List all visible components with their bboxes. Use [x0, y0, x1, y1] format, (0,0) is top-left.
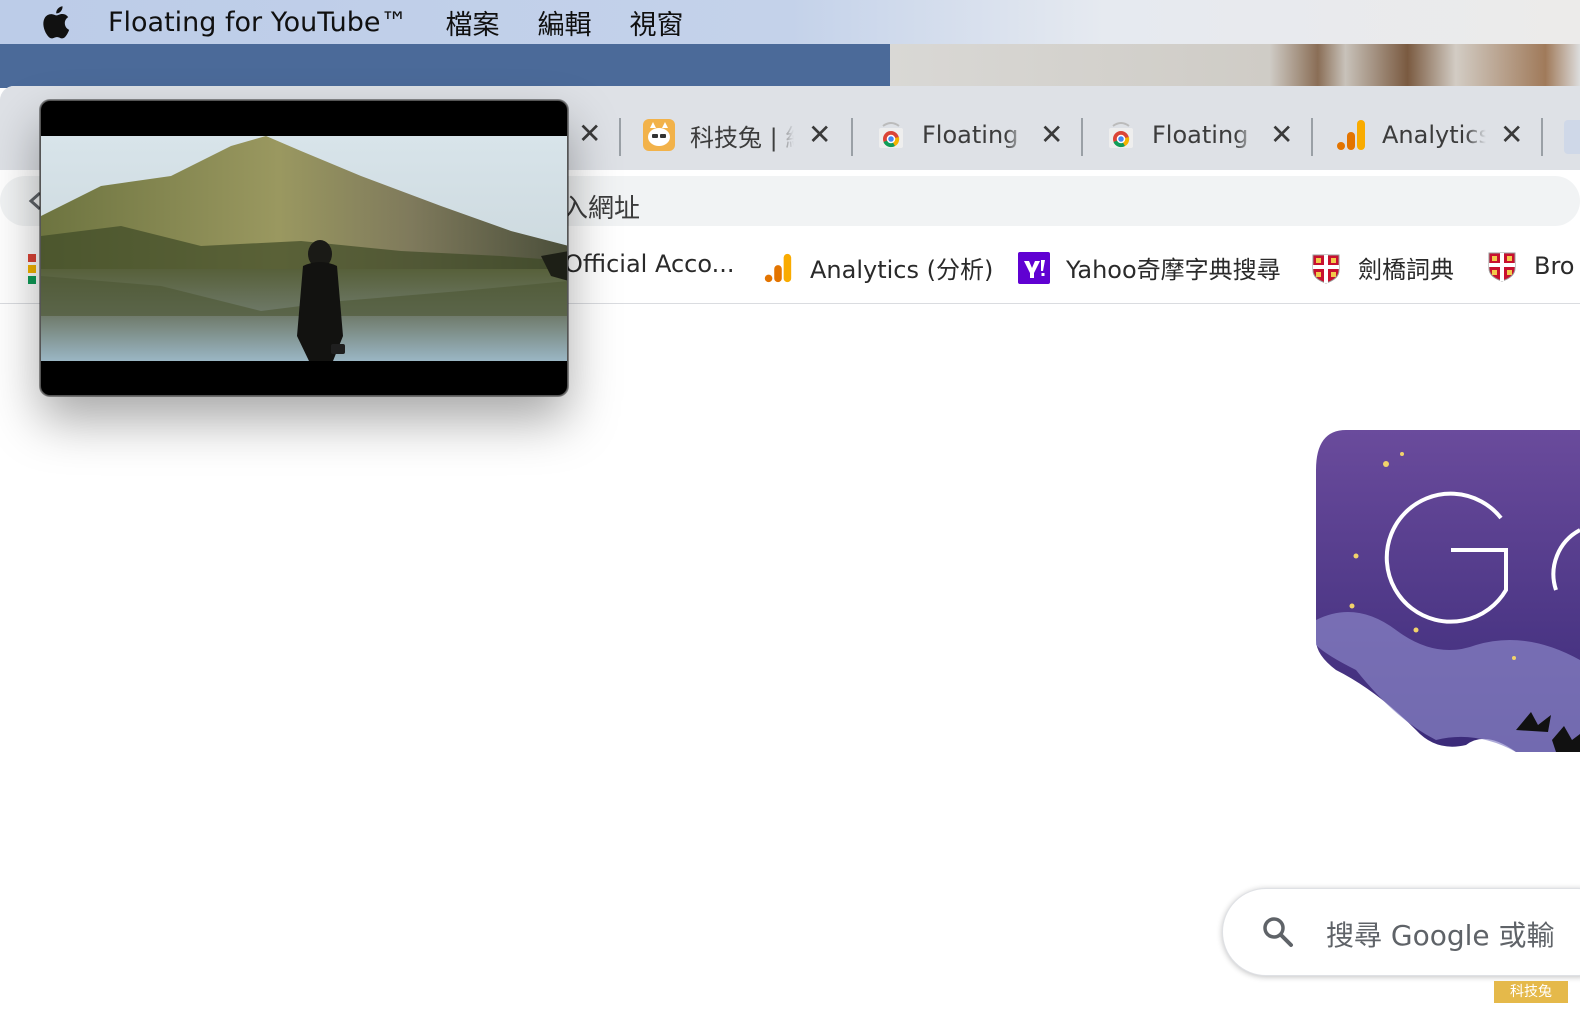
tab-close-icon[interactable]: ✕: [1040, 121, 1063, 149]
analytics-icon: [1337, 120, 1365, 150]
apps-grid-icon[interactable]: [28, 254, 38, 284]
tab-label: Analytics: [1382, 121, 1486, 149]
floating-video-player[interactable]: [40, 100, 568, 396]
tab-floating-1[interactable]: Floating f ✕: [874, 102, 1063, 168]
tab-kejitu[interactable]: 科技兔 | 網 ✕: [642, 102, 831, 168]
tab-label: Floating f: [1152, 121, 1256, 149]
tab-separator: [851, 118, 853, 156]
bookmark-analytics[interactable]: Analytics (分析): [762, 250, 993, 285]
bookmark-label: Bro: [1534, 252, 1575, 280]
tab-label: Floating f: [922, 121, 1026, 149]
tab-separator: [1541, 118, 1543, 156]
site-watermark: 科技兔: [1494, 981, 1568, 1003]
bookmark-label: 劍橋詞典: [1358, 256, 1454, 284]
bookmark-cambridge[interactable]: 劍橋詞典: [1310, 250, 1454, 285]
analytics-icon: [764, 253, 792, 282]
desktop-background: [0, 44, 890, 88]
cambridge-icon: [1312, 254, 1340, 284]
tab-close-icon[interactable]: ✕: [808, 121, 831, 149]
tab-separator: [619, 118, 621, 156]
tab-partial[interactable]: [1564, 120, 1580, 154]
menu-window[interactable]: 視窗: [630, 3, 684, 42]
bookmark-label: Official Acco...: [564, 250, 735, 278]
video-frame-mountain-lake[interactable]: [41, 136, 568, 361]
tab-close-icon[interactable]: ✕: [578, 120, 601, 148]
kejitu-icon: [643, 119, 675, 151]
chrome-webstore-icon: [1109, 122, 1133, 148]
desktop-background-photo: [890, 44, 1580, 88]
apple-menu-icon[interactable]: [40, 5, 70, 39]
macos-menu-bar: Floating for YouTube™ 檔案 編輯 視窗: [0, 0, 1580, 44]
search-icon: [1263, 917, 1293, 947]
menu-edit[interactable]: 編輯: [538, 3, 592, 42]
tab-analytics[interactable]: Analytics ✕: [1334, 102, 1523, 168]
cambridge-icon: [1488, 252, 1516, 282]
bookmark-label: Analytics (分析): [810, 256, 994, 284]
bookmark-official-account[interactable]: Official Acco...: [564, 250, 735, 278]
tab-close-icon[interactable]: ✕: [1270, 121, 1293, 149]
menu-file[interactable]: 檔案: [446, 3, 500, 42]
bookmark-label: Yahoo奇摩字典搜尋: [1066, 256, 1281, 284]
google-doodle[interactable]: [1316, 430, 1580, 752]
tab-separator: [1081, 118, 1083, 156]
menu-app-name[interactable]: Floating for YouTube™: [108, 7, 408, 38]
bookmark-partial[interactable]: Bro: [1486, 250, 1575, 282]
tab-floating-2[interactable]: Floating f ✕: [1104, 102, 1293, 168]
tab-separator: [1311, 118, 1313, 156]
tab-close-icon[interactable]: ✕: [1500, 121, 1523, 149]
bookmark-yahoo-dictionary[interactable]: Yahoo奇摩字典搜尋: [1018, 250, 1281, 285]
chrome-webstore-icon: [879, 122, 903, 148]
search-placeholder: 搜尋 Google 或輸: [1326, 919, 1555, 952]
yahoo-icon: [1018, 251, 1050, 284]
tab-label: 科技兔 | 網: [690, 123, 794, 152]
address-bar-placeholder: 入網址: [562, 194, 641, 224]
